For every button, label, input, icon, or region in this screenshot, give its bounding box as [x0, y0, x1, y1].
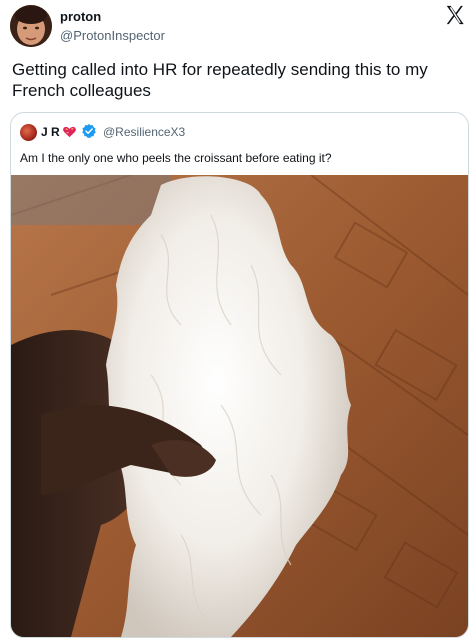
author-display-name[interactable]: proton: [60, 9, 101, 24]
quoted-tweet-photo[interactable]: [11, 175, 468, 637]
quoted-author-avatar[interactable]: [20, 124, 37, 141]
quoted-tweet[interactable]: J R @ResilienceX3 Am I the only one who …: [10, 112, 469, 638]
heart-icon: [63, 126, 76, 138]
quoted-author-display-name[interactable]: J R: [41, 125, 60, 139]
avatar-image: [10, 5, 52, 47]
quoted-tweet-text: Am I the only one who peels the croissan…: [20, 151, 332, 165]
verified-badge-icon: [82, 124, 96, 139]
x-logo-icon[interactable]: [444, 4, 466, 26]
user-avatar[interactable]: [10, 5, 52, 47]
quoted-author-handle[interactable]: @ResilienceX3: [103, 125, 185, 139]
peeled-croissant-image: [11, 175, 468, 637]
tweet-card: proton @ProtonInspector Getting called i…: [0, 0, 474, 640]
tweet-text: Getting called into HR for repeatedly se…: [12, 60, 428, 100]
author-handle[interactable]: @ProtonInspector: [60, 28, 165, 43]
